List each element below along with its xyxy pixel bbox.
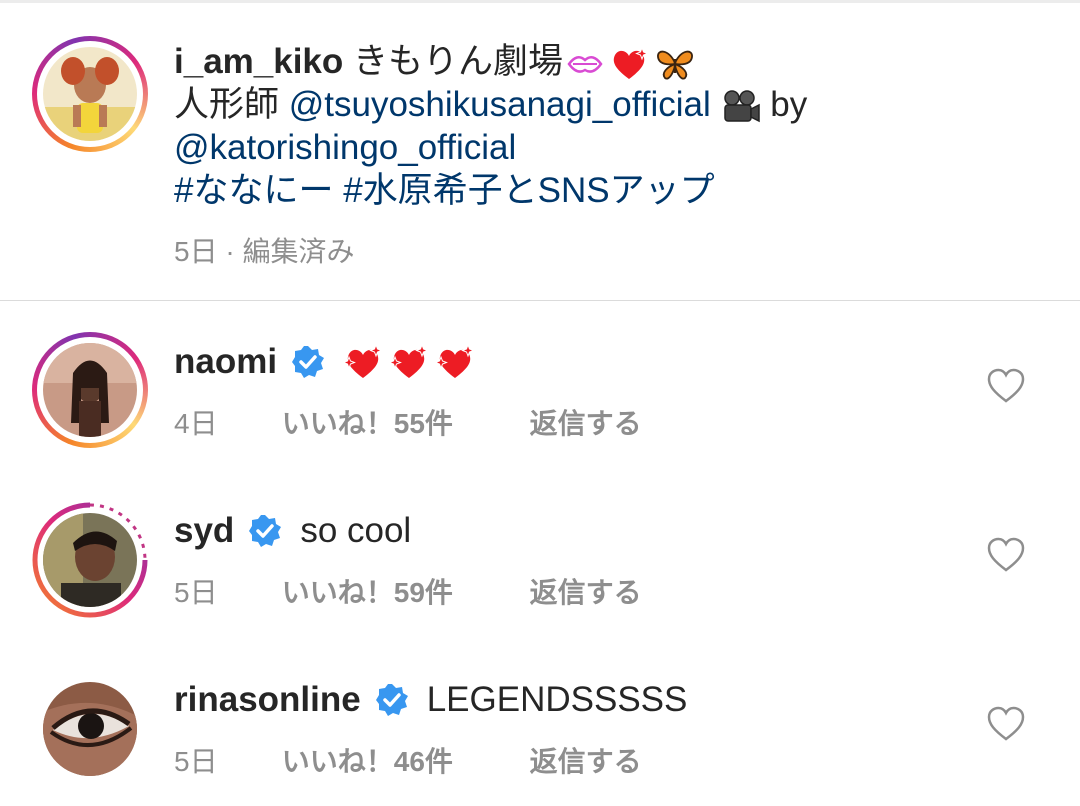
comment-likes[interactable]: いいね！46件 (282, 740, 522, 780)
comment-likes[interactable]: いいね！55件 (282, 402, 522, 442)
hashtag-nananii[interactable]: #ななにー (174, 171, 333, 210)
reply-button[interactable]: 返信する (530, 740, 642, 780)
comment-username[interactable]: syd (174, 509, 234, 552)
like-heart-icon[interactable] (986, 706, 1026, 742)
comment-username[interactable]: naomi (174, 340, 277, 383)
comment-time: 5日 (174, 577, 218, 608)
comment-likes[interactable]: いいね！59件 (282, 571, 522, 611)
verified-badge-icon (375, 683, 408, 716)
comment-time: 5日 (174, 746, 218, 777)
comment-meta-naomi: 4日 いいね！55件 返信する (174, 402, 642, 442)
comment-username[interactable]: rinasonline (174, 678, 361, 721)
comment-meta-syd: 5日 いいね！59件 返信する (174, 571, 642, 611)
comment-rinasonline: rinasonline LEGENDSSSSS (174, 678, 687, 721)
reply-button[interactable]: 返信する (530, 402, 642, 442)
sparkling-heart-icon (389, 343, 430, 378)
comment-avatar-rinasonline[interactable] (43, 682, 137, 776)
kiss-lips-icon (567, 55, 603, 73)
mention-katorishingo[interactable]: @katorishingo_official (174, 128, 516, 167)
comment-avatar-syd[interactable] (32, 502, 148, 618)
post-caption: i_am_kiko きもりん劇場 人形師 @tsuyoshikusanagi_o… (174, 40, 914, 212)
like-heart-icon[interactable] (986, 368, 1026, 404)
sparkling-heart-icon (613, 46, 649, 79)
caption-divider (0, 300, 1080, 301)
comment-text: so cool (300, 511, 412, 550)
caption-line2-prefix: 人形師 (174, 85, 289, 124)
comment-meta-rinasonline: 5日 いいね！46件 返信する (174, 740, 642, 780)
comment-syd: syd so cool (174, 509, 411, 552)
reply-button[interactable]: 返信する (530, 571, 642, 611)
like-heart-icon[interactable] (986, 537, 1026, 573)
sparkling-heart-icon (435, 343, 476, 378)
caption-text: きもりん劇場 (343, 42, 564, 81)
top-separator (0, 0, 1080, 3)
caption-line2-suffix: by (760, 85, 808, 124)
hashtag-sns-up[interactable]: #水原希子とSNSアップ (343, 171, 714, 210)
sparkling-heart-icon (343, 343, 384, 378)
film-camera-icon (723, 90, 760, 122)
mention-tsuyoshikusanagi[interactable]: @tsuyoshikusanagi_official (289, 85, 711, 124)
comment-text: LEGENDSSSSS (426, 680, 688, 719)
comment-avatar-naomi[interactable] (32, 332, 148, 448)
butterfly-icon (657, 50, 693, 80)
comment-time: 4日 (174, 408, 218, 439)
verified-badge-icon (292, 345, 325, 378)
post-author-avatar[interactable] (32, 36, 148, 152)
post-meta: 5日 · 編集済み (174, 236, 355, 267)
verified-badge-icon (249, 514, 282, 547)
comment-naomi: naomi (174, 340, 481, 383)
post-username[interactable]: i_am_kiko (174, 42, 343, 81)
